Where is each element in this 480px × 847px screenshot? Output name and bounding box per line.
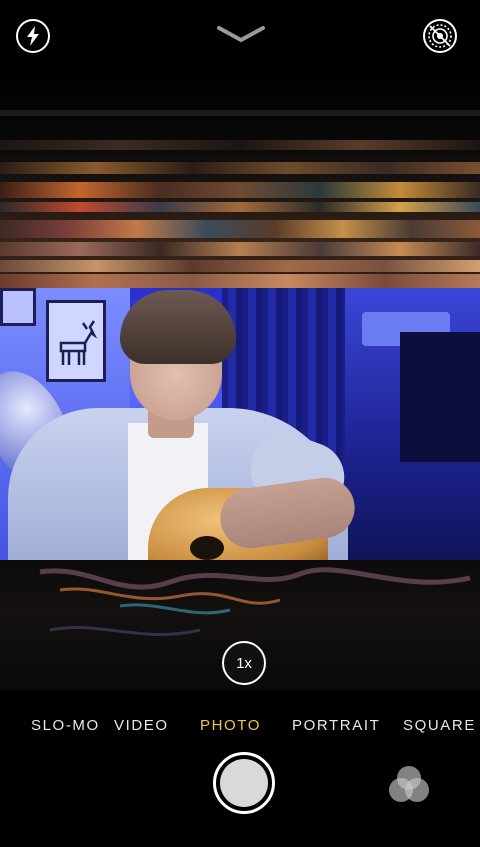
live-photo-button[interactable] — [423, 19, 457, 53]
mode-video[interactable]: VIDEO — [114, 717, 169, 734]
flash-icon — [27, 26, 39, 46]
filters-icon[interactable] — [389, 766, 429, 802]
mode-portrait[interactable]: PORTRAIT — [292, 717, 380, 734]
guitar-soundhole — [190, 536, 224, 560]
flash-button[interactable] — [16, 19, 50, 53]
shutter-inner — [220, 759, 268, 807]
scene-deer-poster — [46, 300, 106, 382]
live-photo-off-icon — [428, 24, 452, 48]
mode-slo-mo[interactable]: SLO-MO — [31, 717, 100, 734]
camera-viewfinder[interactable] — [0, 288, 480, 560]
zoom-label: 1x — [236, 654, 252, 672]
zoom-button[interactable]: 1x — [222, 641, 266, 685]
mode-square[interactable]: SQUARE — [403, 717, 476, 734]
scene-picture-frame — [0, 288, 36, 326]
scene-wall-art — [400, 332, 480, 462]
camera-mode-selector[interactable]: SLO-MO VIDEO PHOTO PORTRAIT SQUARE — [0, 710, 480, 742]
camera-preview-glitch-top — [0, 70, 480, 288]
subject-hair — [120, 290, 236, 364]
mode-photo[interactable]: PHOTO — [200, 717, 261, 734]
camera-screen: 1x SLO-MO VIDEO PHOTO PORTRAIT SQUARE — [0, 0, 480, 847]
chevron-down-icon[interactable] — [216, 24, 266, 44]
shutter-button[interactable] — [213, 752, 275, 814]
